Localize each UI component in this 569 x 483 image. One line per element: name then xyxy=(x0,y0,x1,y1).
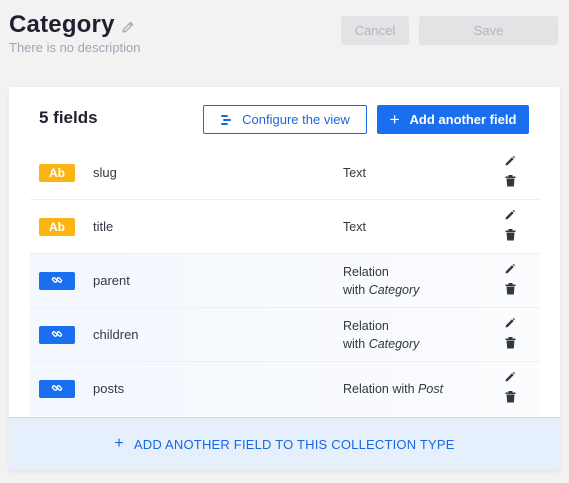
pencil-icon[interactable] xyxy=(504,316,516,328)
add-field-button[interactable]: + Add another field xyxy=(377,105,529,134)
field-name: title xyxy=(93,219,114,234)
field-type-target: Category xyxy=(368,337,420,351)
field-name: posts xyxy=(93,381,125,396)
trash-icon[interactable] xyxy=(505,174,516,187)
pencil-icon[interactable] xyxy=(504,154,516,166)
add-field-footer-button[interactable]: + ADD ANOTHER FIELD TO THIS COLLECTION T… xyxy=(9,417,560,470)
link-icon xyxy=(51,274,63,289)
link-icon xyxy=(51,382,63,397)
field-name: parent xyxy=(93,273,130,288)
row-actions xyxy=(504,154,518,188)
add-field-label: Add another field xyxy=(409,112,517,127)
page-description: There is no description xyxy=(9,40,141,55)
row-actions xyxy=(504,370,518,404)
row-actions xyxy=(504,208,518,242)
pencil-icon[interactable] xyxy=(504,370,516,382)
relation-type-badge xyxy=(39,380,75,398)
page-title: Category xyxy=(9,11,115,38)
field-type-text: Relation with xyxy=(343,382,419,396)
field-name: children xyxy=(93,327,139,342)
field-name: slug xyxy=(93,165,117,180)
field-type: Text xyxy=(343,164,366,182)
trash-icon[interactable] xyxy=(505,282,516,295)
field-type: Text xyxy=(343,218,366,236)
relation-type-badge xyxy=(39,272,75,290)
configure-view-button[interactable]: Configure the view xyxy=(203,105,367,134)
plus-icon: + xyxy=(114,435,124,452)
save-button[interactable]: Save xyxy=(419,16,558,45)
row-actions xyxy=(504,262,518,296)
trash-icon[interactable] xyxy=(505,390,516,403)
plus-icon: + xyxy=(389,110,400,129)
pencil-icon[interactable] xyxy=(504,262,516,274)
field-row: parent Relation with Category xyxy=(30,254,540,308)
field-type-prefix: with xyxy=(343,337,369,351)
field-type: Relation with Category xyxy=(343,263,419,299)
add-field-footer-label: ADD ANOTHER FIELD TO THIS COLLECTION TYP… xyxy=(133,436,455,452)
text-type-badge: Ab xyxy=(39,218,75,236)
cancel-button[interactable]: Cancel xyxy=(341,16,409,45)
field-row: posts Relation with Post xyxy=(30,362,540,416)
row-actions xyxy=(504,316,518,350)
field-type-text: Relation xyxy=(343,265,389,279)
field-type-text: Text xyxy=(343,166,366,180)
layout-icon xyxy=(220,114,232,126)
pencil-icon[interactable] xyxy=(504,208,516,220)
title-row: Category xyxy=(9,11,135,39)
pencil-icon[interactable] xyxy=(121,20,135,34)
trash-icon[interactable] xyxy=(505,228,516,241)
link-icon xyxy=(51,328,63,343)
field-row: Ab title Text xyxy=(30,200,540,254)
header: Category There is no description Cancel … xyxy=(0,0,569,80)
field-type-text: Relation xyxy=(343,319,389,333)
field-type: Relation with Category xyxy=(343,317,419,353)
field-row: children Relation with Category xyxy=(30,308,540,362)
field-type-target: Category xyxy=(368,283,420,297)
relation-type-badge xyxy=(39,326,75,344)
trash-icon[interactable] xyxy=(505,336,516,349)
field-type: Relation with Post xyxy=(343,380,443,398)
fields-list: Ab slug Text Ab title Text parent Relati xyxy=(30,146,540,416)
text-type-badge: Ab xyxy=(39,164,75,182)
fields-card: 5 fields Configure the view + Add anothe… xyxy=(9,87,560,470)
field-type-prefix: with xyxy=(343,283,369,297)
field-type-target: Post xyxy=(418,382,444,396)
fields-count: 5 fields xyxy=(39,108,98,127)
configure-view-label: Configure the view xyxy=(242,112,350,127)
field-type-text: Text xyxy=(343,220,366,234)
field-row: Ab slug Text xyxy=(30,146,540,200)
